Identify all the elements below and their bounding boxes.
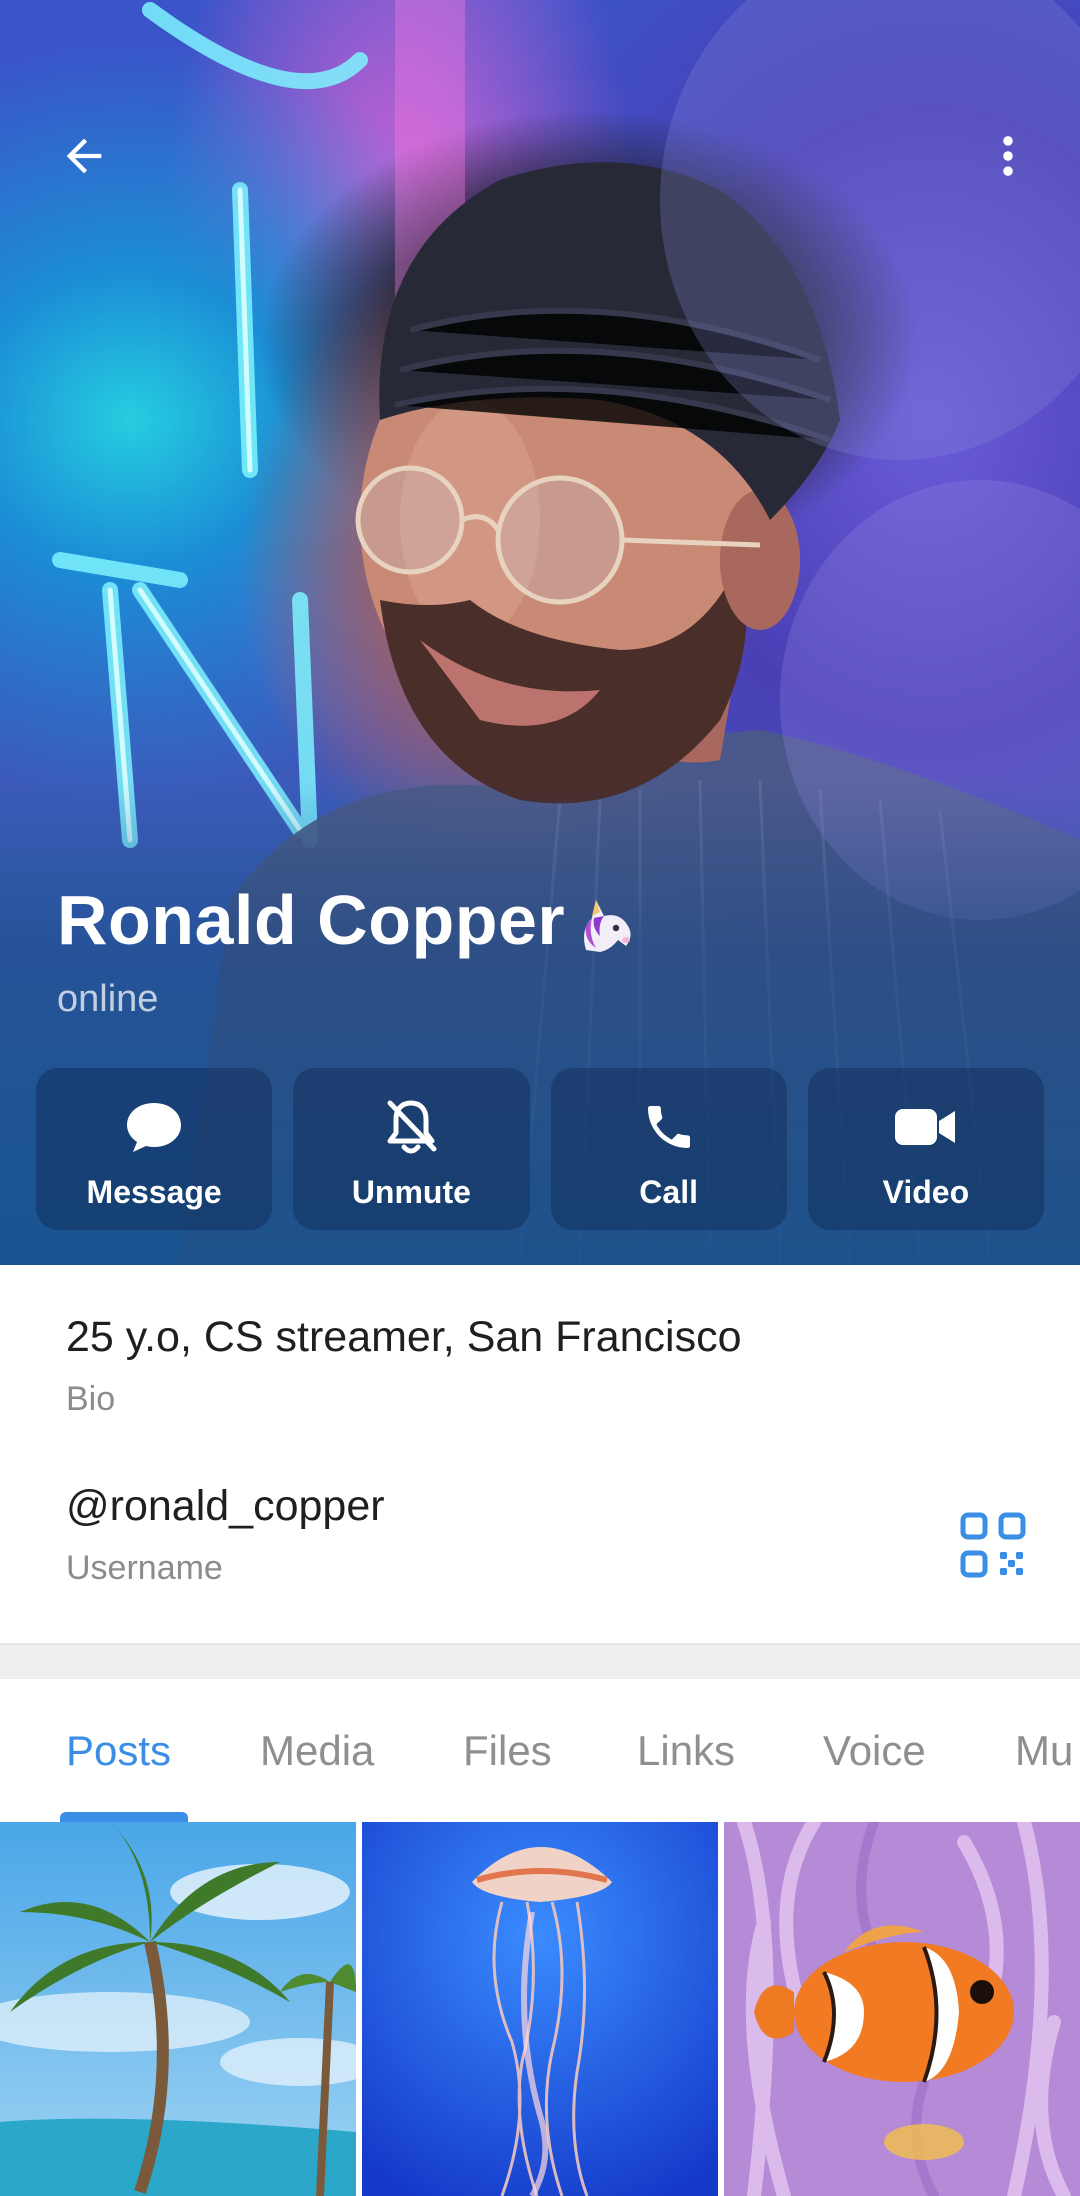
message-button[interactable]: Message [36,1068,273,1230]
bell-off-icon [387,1100,437,1154]
media-tabs: Posts Media Files Links Voice Mu [0,1679,1080,1822]
back-arrow-icon [66,138,102,174]
media-grid [0,1822,1080,2196]
username-label: Username [66,1549,223,1587]
username-row[interactable]: @ronald_copper Username [66,1482,385,1588]
media-thumbnail-palm[interactable] [0,1822,356,2196]
qr-code-icon [960,1512,1026,1578]
jellyfish-photo [362,1822,718,2196]
unmute-button[interactable]: Unmute [293,1068,530,1230]
tab-music[interactable]: Mu [1015,1727,1073,1775]
tab-links[interactable]: Links [637,1727,735,1775]
online-status: online [57,978,159,1020]
video-button-label: Video [882,1174,970,1210]
tab-files[interactable]: Files [463,1727,552,1775]
unmute-button-label: Unmute [351,1174,471,1210]
tab-media[interactable]: Media [260,1727,374,1775]
clownfish-photo [724,1822,1080,2196]
media-thumbnail-jellyfish[interactable] [362,1822,718,2196]
action-buttons: Message Unmute Call Video [36,1068,1044,1230]
tab-posts[interactable]: Posts [66,1727,171,1775]
palm-tree-beach-photo [0,1822,356,2196]
profile-info-section: 25 y.o, CS streamer, San Francisco Bio @… [0,1265,1080,1643]
call-button-label: Call [639,1174,698,1210]
video-camera-icon [894,1109,955,1145]
more-vertical-icon [1003,136,1013,176]
bio-label: Bio [66,1380,116,1418]
qr-code-button[interactable] [958,1510,1028,1580]
bio-row[interactable]: 25 y.o, CS streamer, San Francisco Bio [66,1313,742,1419]
tab-voice[interactable]: Voice [823,1727,926,1775]
call-button[interactable]: Call [550,1068,787,1230]
profile-name: Ronald Copper [57,881,566,959]
section-divider [0,1643,1080,1679]
message-button-label: Message [86,1174,222,1210]
unicorn-emoji [584,900,631,952]
bio-value: 25 y.o, CS streamer, San Francisco [66,1313,742,1361]
media-thumbnail-clownfish[interactable] [724,1822,1080,2196]
phone-icon [647,1106,690,1148]
more-options-button[interactable] [972,120,1044,192]
message-bubble-icon [127,1103,182,1152]
username-value: @ronald_copper [66,1482,385,1530]
profile-header: Ronald Copper online Message Unmute Call… [0,0,1080,1265]
active-tab-indicator [60,1812,188,1822]
video-button[interactable]: Video [807,1068,1044,1230]
back-button[interactable] [48,120,120,192]
